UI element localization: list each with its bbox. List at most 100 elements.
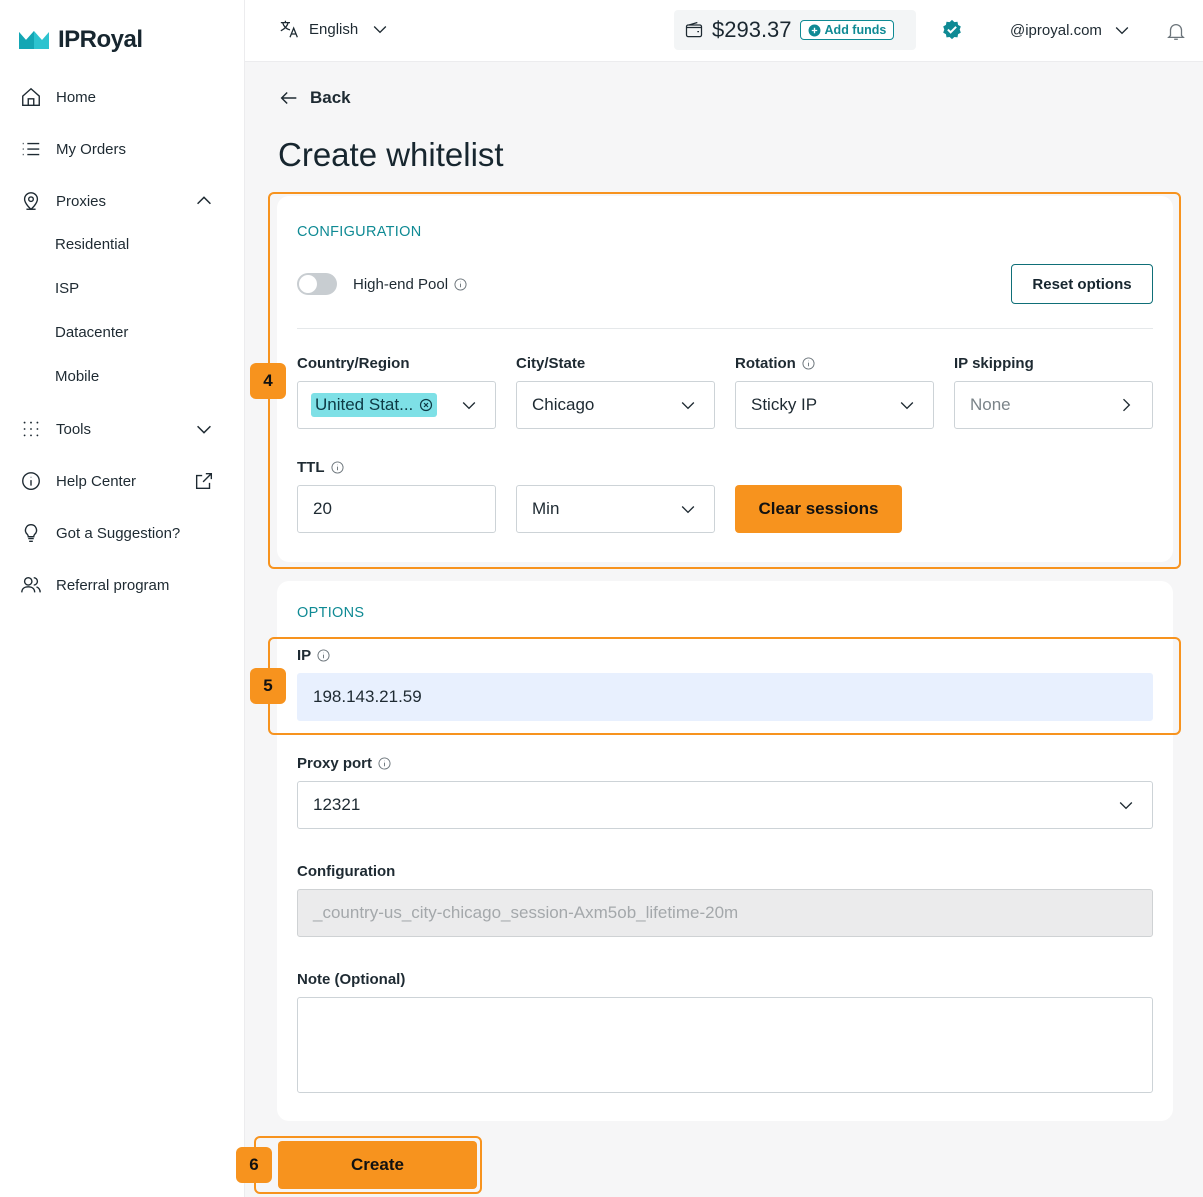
bell-icon[interactable] [1165,19,1187,43]
plus-circle-icon [808,24,820,36]
add-funds-button[interactable]: Add funds [799,20,895,40]
ip-label-text: IP [297,647,312,664]
sidebar-item-label: Proxies [56,192,107,210]
sidebar-sub-residential[interactable]: Residential [55,236,129,253]
sidebar-sub-isp[interactable]: ISP [55,280,79,297]
info-icon[interactable] [454,278,467,291]
topbar: English $293.37 Add funds @iproyal.com [245,0,1203,62]
country-chip: United Stat... [311,393,438,417]
language-label: English [309,20,359,38]
high-end-pool-toggle[interactable] [297,273,337,295]
balance-amount: $293.37 [712,17,792,42]
configuration-divider [297,328,1153,329]
info-icon[interactable] [317,649,330,662]
lightbulb-icon [24,524,38,542]
configuration-string-value: _country-us_city-chicago_session-Axm5ob_… [313,903,739,922]
back-link[interactable]: Back [278,87,351,109]
add-funds-label: Add funds [824,23,887,37]
sidebar-item-label: Tools [56,420,92,438]
chevron-down-icon [681,506,695,514]
ip-value: 198.143.21.59 [313,687,422,706]
close-circle-icon[interactable] [419,398,433,412]
sidebar-item-referral[interactable]: Referral program [20,573,215,597]
ttl-label-text: TTL [297,459,325,476]
ttl-input[interactable]: 20 [297,485,496,533]
info-circle-icon [22,472,40,490]
reset-options-button[interactable]: Reset options [1011,264,1153,304]
home-icon [22,87,40,106]
info-icon[interactable] [330,461,344,474]
brand-name: IPRoyal [58,26,143,53]
proxy-port-label-text: Proxy port [297,755,373,772]
sidebar-sub-mobile[interactable]: Mobile [55,368,99,385]
sidebar-item-home[interactable]: Home [20,85,215,109]
step-badge-5: 5 [250,668,286,704]
ttl-unit-select[interactable]: Min [516,485,715,533]
wallet-icon [685,21,703,38]
chevron-down-icon [681,402,695,410]
sidebar-item-label: Referral program [56,576,170,594]
proxy-port-value: 12321 [313,795,361,814]
ip-skipping-value: None [970,395,1011,414]
city-select[interactable]: Chicago [516,381,715,429]
list-icon [22,142,40,156]
proxy-port-label: Proxy port [297,755,391,772]
translate-icon [280,20,298,38]
page-title: Create whitelist [278,136,504,173]
ip-skipping-label: IP skipping [954,355,1034,372]
high-end-pool-label: High-end Pool [353,276,467,293]
verified-badge-icon [943,19,961,40]
info-icon[interactable] [378,757,391,770]
rotation-select[interactable]: Sticky IP [735,381,934,429]
location-pin-icon [23,192,39,211]
sidebar-item-my-orders[interactable]: My Orders [20,137,215,161]
rotation-label: Rotation [735,355,815,372]
sidebar-item-help-center[interactable]: Help Center [20,469,215,493]
country-select[interactable]: United Stat... [297,381,496,429]
chevron-down-icon [1115,27,1129,35]
chevron-down-icon [373,26,387,34]
sidebar-item-label: My Orders [56,140,127,158]
ip-skipping-label-text: IP skipping [954,355,1034,372]
sidebar-item-proxies[interactable]: Proxies [20,189,215,213]
step-badge-4: 4 [250,363,286,399]
chevron-down-icon [462,402,476,410]
crown-logo-icon [19,31,49,49]
external-link-icon [195,472,213,490]
account-email: @iproyal.com [1010,21,1102,39]
note-textarea[interactable] [297,997,1153,1093]
rotation-label-text: Rotation [735,355,796,372]
ttl-unit-value: Min [532,499,560,518]
account-menu[interactable]: @iproyal.com [1010,20,1132,40]
sidebar-item-label: Got a Suggestion? [56,524,181,542]
step-badge-6: 6 [236,1147,272,1183]
sidebar-item-label: Help Center [56,472,137,490]
language-selector[interactable]: English [279,18,390,40]
country-label: Country/Region [297,355,410,372]
city-label: City/State [516,355,585,372]
chevron-down-icon [197,425,211,434]
arrow-left-icon [280,91,297,105]
info-icon[interactable] [802,357,815,370]
users-icon [21,576,41,593]
configuration-field-label: Configuration [297,863,395,880]
country-chip-text: United Stat... [315,395,414,414]
ip-label: IP [297,647,330,664]
sidebar-item-label: Home [56,88,97,106]
proxy-port-select[interactable]: 12321 [297,781,1153,829]
chevron-right-icon [1123,398,1131,412]
clear-sessions-button[interactable]: Clear sessions [735,485,902,533]
sidebar-item-suggestion[interactable]: Got a Suggestion? [20,521,215,545]
sidebar-sub-datacenter[interactable]: Datacenter [55,324,128,341]
options-section-title: OPTIONS [297,605,365,621]
ip-input[interactable]: 198.143.21.59 [297,673,1153,721]
sidebar: IPRoyal Home My Orders Proxies Residenti… [0,0,245,1197]
configuration-field-label-text: Configuration [297,863,396,880]
configuration-section-title: CONFIGURATION [297,224,422,240]
ttl-label: TTL [297,459,344,476]
high-end-pool-text: High-end Pool [353,276,449,293]
ip-skipping-select[interactable]: None [954,381,1153,429]
logo[interactable]: IPRoyal [18,26,143,54]
sidebar-item-tools[interactable]: Tools [20,417,215,441]
create-button[interactable]: Create [278,1141,477,1189]
